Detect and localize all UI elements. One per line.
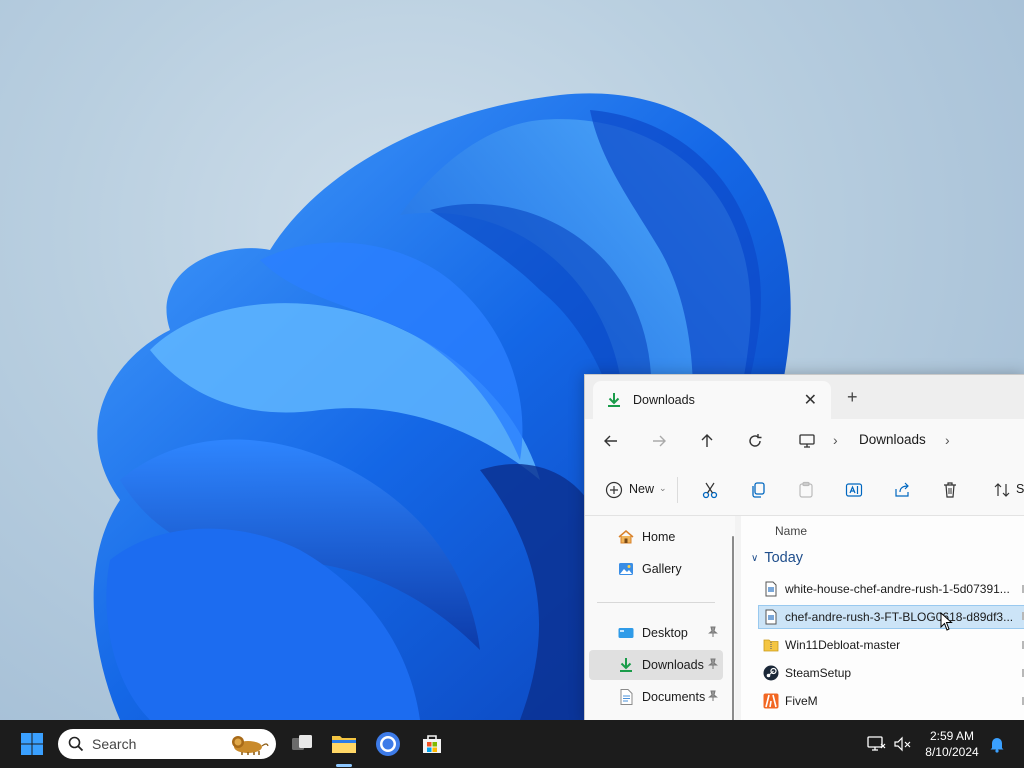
nav-item-gallery[interactable]: Gallery xyxy=(589,554,723,584)
file-name: white-house-chef-andre-rush-1-5d07391... xyxy=(785,582,1010,596)
forward-icon[interactable] xyxy=(647,429,671,453)
up-icon[interactable] xyxy=(695,429,719,453)
nav-item-label: Downloads xyxy=(642,658,704,672)
folder-icon xyxy=(332,736,356,753)
taskbar: Search 2:59 AM 8/10/2024 xyxy=(0,720,1024,768)
file-row[interactable]: SteamSetup xyxy=(759,662,1024,684)
file-row[interactable]: FiveM xyxy=(759,690,1024,712)
zip-folder-icon xyxy=(763,639,779,652)
nav-item-documents[interactable]: Documents xyxy=(589,682,723,712)
download-icon xyxy=(608,393,620,407)
breadcrumb-downloads[interactable]: Downloads xyxy=(859,432,926,447)
desktop-folder-icon xyxy=(618,628,634,638)
chrome-icon xyxy=(376,732,400,756)
store-icon xyxy=(423,735,441,753)
breadcrumb-chevron-icon: › xyxy=(833,432,838,448)
nav-item-desktop[interactable]: Desktop xyxy=(589,618,723,648)
chevron-down-icon[interactable]: ⌄ xyxy=(659,483,667,494)
file-explorer-window: Downloads ✕ + › Downloads › New ⌄ S Home… xyxy=(584,374,1024,721)
file-name: Win11Debloat-master xyxy=(785,638,901,652)
nav-item-label: Documents xyxy=(642,690,706,704)
chevron-down-icon: ∨ xyxy=(751,552,759,564)
file-name: SteamSetup xyxy=(785,666,852,680)
volume-muted-icon[interactable] xyxy=(892,734,912,754)
windows-logo-icon xyxy=(21,733,43,755)
pin-icon[interactable] xyxy=(707,690,719,702)
mouse-cursor-icon xyxy=(940,612,953,631)
cut-icon[interactable] xyxy=(697,477,723,503)
command-bar: New ⌄ Se xyxy=(585,463,1024,516)
chrome-taskbar-button[interactable] xyxy=(374,730,402,758)
file-row-selected[interactable]: chef-andre-rush-3-FT-BLOG0618-d89df3... xyxy=(758,605,1024,629)
breadcrumb-chevron-icon[interactable]: › xyxy=(945,432,950,448)
file-name: FiveM xyxy=(785,694,818,708)
clock-date: 8/10/2024 xyxy=(925,745,979,759)
sort-icon[interactable] xyxy=(989,477,1015,503)
nav-scrollbar[interactable] xyxy=(732,536,734,721)
pin-icon[interactable] xyxy=(707,658,719,670)
steam-icon xyxy=(763,665,779,681)
paste-icon[interactable] xyxy=(793,477,819,503)
start-button[interactable] xyxy=(18,730,46,758)
nav-item-label: Desktop xyxy=(642,626,688,640)
nav-item-home[interactable]: Home xyxy=(589,522,723,552)
new-button[interactable]: New xyxy=(629,482,654,496)
nav-item-downloads[interactable]: Downloads xyxy=(589,650,723,680)
document-file-icon xyxy=(765,609,777,625)
file-list: Name ∨ Today white-house-chef-andre-rush… xyxy=(741,516,1024,721)
notification-bell-icon[interactable] xyxy=(987,734,1007,754)
rename-icon[interactable] xyxy=(841,477,867,503)
share-icon[interactable] xyxy=(889,477,915,503)
system-clock[interactable]: 2:59 AM 8/10/2024 xyxy=(920,728,984,760)
search-highlight-lion-icon xyxy=(232,736,269,755)
column-header-name[interactable]: Name xyxy=(775,524,807,538)
pin-icon[interactable] xyxy=(707,626,719,638)
close-tab-icon[interactable]: ✕ xyxy=(804,390,817,410)
nav-item-label: Home xyxy=(642,530,676,544)
search-icon xyxy=(68,736,84,752)
fivem-icon xyxy=(763,693,779,709)
microsoft-store-taskbar-button[interactable] xyxy=(418,730,446,758)
file-row[interactable]: white-house-chef-andre-rush-1-5d07391... xyxy=(759,578,1024,600)
active-app-indicator xyxy=(336,764,352,767)
home-icon xyxy=(618,530,634,544)
new-plus-icon[interactable] xyxy=(601,477,627,503)
file-row[interactable]: Win11Debloat-master xyxy=(759,634,1024,656)
new-tab-icon[interactable]: + xyxy=(847,387,858,408)
group-header-today[interactable]: ∨ Today xyxy=(751,550,803,566)
task-view-button[interactable] xyxy=(288,730,316,758)
tab-bar: Downloads ✕ + xyxy=(585,375,1024,419)
tab-downloads[interactable]: Downloads ✕ xyxy=(593,381,831,419)
back-icon[interactable] xyxy=(599,429,623,453)
document-file-icon xyxy=(765,581,777,597)
nav-item-label: Gallery xyxy=(642,562,682,576)
file-explorer-taskbar-button[interactable] xyxy=(330,730,358,758)
taskbar-search-box[interactable]: Search xyxy=(58,729,276,759)
address-bar: › Downloads › xyxy=(585,419,1024,463)
task-view-icon xyxy=(292,735,312,750)
clock-time: 2:59 AM xyxy=(929,729,975,743)
navigation-pane: Home Gallery Desktop Downloads Documents xyxy=(585,516,735,721)
tab-title: Downloads xyxy=(633,393,695,407)
download-icon xyxy=(620,658,632,672)
group-label: Today xyxy=(764,550,804,566)
this-pc-icon[interactable] xyxy=(795,429,819,453)
search-placeholder: Search xyxy=(92,736,137,752)
refresh-icon[interactable] xyxy=(743,429,767,453)
copy-icon[interactable] xyxy=(745,477,771,503)
nav-divider xyxy=(597,602,715,603)
divider xyxy=(677,477,678,503)
gallery-icon xyxy=(619,563,633,575)
documents-icon xyxy=(620,689,633,705)
delete-icon[interactable] xyxy=(937,477,963,503)
network-icon[interactable] xyxy=(866,734,886,754)
file-name: chef-andre-rush-3-FT-BLOG0618-d89df3... xyxy=(785,610,1014,624)
sort-button[interactable]: Se xyxy=(1016,482,1024,496)
